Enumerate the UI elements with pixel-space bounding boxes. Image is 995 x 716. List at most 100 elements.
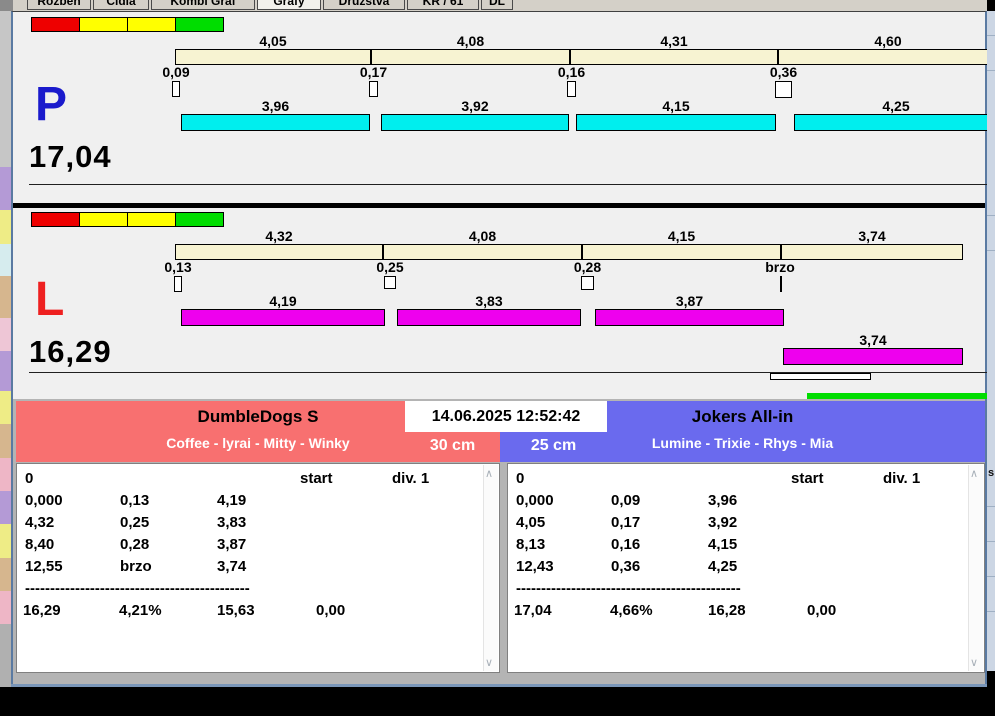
team-right-results-table[interactable]: ∧ ∨ 0 start div. 1 0,000 0,09 3,96 4,05 0,17 3,9…	[507, 463, 985, 673]
lane-L-total-time: 16,29	[29, 334, 112, 369]
split-time-bar	[582, 244, 781, 260]
lane-letter-P: P	[35, 78, 68, 131]
legend-box	[79, 212, 128, 227]
scroll-down-icon[interactable]: ∨	[485, 656, 493, 669]
lane-L: L 16,29 4,32 4,08 4,15 3,74 0,13 0,25 0,28 brzo…	[13, 208, 995, 399]
split-time-bar	[175, 49, 371, 65]
dog-time-bar	[794, 114, 995, 131]
split-time-label: 4,08	[456, 33, 485, 49]
datetime-display: 14.06.2025 12:52:42	[405, 401, 607, 432]
table-division-header: div. 1	[392, 470, 430, 487]
table-exchange-time: 0,09	[611, 492, 641, 509]
dog-time-label: 4,19	[269, 293, 297, 309]
exchange-marker	[172, 81, 180, 97]
table-dog-time: 3,74	[217, 558, 247, 575]
tab-kombi-graf[interactable]: Kombi Graf	[151, 0, 255, 10]
lane-P-total-time: 17,04	[29, 139, 112, 174]
table-separator: ----------------------------------------…	[25, 580, 250, 597]
split-time-label: 4,15	[667, 228, 696, 244]
table-dog-time: 3,96	[708, 492, 738, 509]
dog-time-bar	[397, 309, 581, 326]
table-total-percent: 4,21%	[119, 602, 162, 619]
split-time-label: 4,32	[265, 228, 293, 244]
exchange-time-label: brzo	[765, 259, 795, 275]
lane-P: P 17,04 4,05 4,08 4,31 4,60 0,09 0,17 0,16 0,36…	[13, 13, 995, 203]
legend-box	[79, 17, 128, 32]
table-run-number: 0	[516, 470, 525, 487]
team-right-category: 25 cm	[500, 432, 607, 460]
tab-dl[interactable]: DL	[481, 0, 513, 10]
table-start-header: start	[300, 470, 333, 487]
legend-box	[31, 17, 80, 32]
table-total-time: 17,04	[514, 602, 552, 619]
table-cumulative-time: 0,000	[25, 492, 63, 509]
dog-time-label: 4,25	[882, 98, 910, 114]
dog-time-bar	[181, 309, 385, 326]
split-time-bar	[781, 244, 963, 260]
dog-time-label: 3,87	[675, 293, 704, 309]
exchange-marker	[384, 276, 396, 289]
table-total-percent: 4,66%	[610, 602, 653, 619]
exchange-marker	[369, 81, 378, 97]
legend-box	[127, 212, 176, 227]
exchange-marker	[174, 276, 182, 292]
scroll-down-icon[interactable]: ∨	[970, 656, 978, 669]
legend-box	[175, 212, 224, 227]
scrollbar[interactable]: ∧ ∨	[968, 465, 983, 671]
dog-time-bar	[381, 114, 569, 131]
team-left-category: 30 cm	[405, 432, 500, 460]
table-total-time: 16,29	[23, 602, 61, 619]
black-footer-area	[0, 687, 995, 716]
team-left-results-table[interactable]: ∧ ∨ 0 start div. 1 0,000 0,13 4,19 4,32 0,25 3,8…	[16, 463, 500, 673]
scrollbar[interactable]: ∧ ∨	[483, 465, 498, 671]
tab-cidla[interactable]: Cidla	[93, 0, 149, 10]
dog-time-bar	[181, 114, 370, 131]
dog-time-label: 3,96	[261, 98, 290, 114]
dog-time-bar	[595, 309, 784, 326]
table-run-number: 0	[25, 470, 34, 487]
exchange-marker	[581, 276, 594, 290]
dog-time-label: 3,92	[461, 98, 489, 114]
exchange-time-label: 0,09	[162, 64, 190, 80]
dog-time-bar	[576, 114, 776, 131]
scroll-up-icon[interactable]: ∧	[970, 467, 978, 480]
screen: Rozbeh Cidla Kombi Graf Grafy Druzstva KR / 6…	[0, 0, 995, 716]
table-dog-time: 3,87	[217, 536, 247, 553]
table-exchange-time: 0,28	[120, 536, 150, 553]
table-cumulative-time: 4,32	[25, 514, 55, 531]
background-window-right-sliver	[987, 11, 995, 671]
dog-time-label: 4,15	[662, 98, 690, 114]
table-dog-time: 4,19	[217, 492, 247, 509]
progress-outline-box	[770, 373, 871, 380]
legend-box	[175, 17, 224, 32]
exchange-time-label: 0,36	[769, 64, 798, 80]
table-exchange-time: 0,16	[611, 536, 641, 553]
exchange-time-label: 0,13	[164, 259, 192, 275]
split-time-bar	[570, 49, 778, 65]
table-cumulative-time: 8,40	[25, 536, 55, 553]
legend-box	[127, 17, 176, 32]
tab-kr-61[interactable]: KR / 61	[407, 0, 479, 10]
exchange-marker	[775, 81, 792, 98]
table-exchange-time: 0,13	[120, 492, 150, 509]
split-time-bar	[175, 244, 383, 260]
tab-druzstva[interactable]: Druzstva	[323, 0, 405, 10]
table-total-clean: 15,63	[217, 602, 255, 619]
split-time-label: 4,60	[874, 33, 902, 49]
split-time-label: 4,08	[468, 228, 497, 244]
split-time-label: 4,05	[259, 33, 287, 49]
split-time-bar	[778, 49, 995, 65]
dog-time-label: 3,74	[859, 332, 887, 348]
tab-rozbeh[interactable]: Rozbeh	[27, 0, 91, 10]
table-exchange-time: brzo	[120, 558, 152, 575]
table-cumulative-time: 4,05	[516, 514, 546, 531]
split-time-label: 4,31	[660, 33, 688, 49]
right-sliver-text: s	[988, 467, 995, 479]
table-dog-time: 3,83	[217, 514, 247, 531]
exchange-tick	[780, 276, 782, 292]
tab-bar: Rozbeh Cidla Kombi Graf Grafy Druzstva KR / 6…	[13, 0, 987, 11]
scroll-up-icon[interactable]: ∧	[485, 467, 493, 480]
tab-grafy[interactable]: Grafy	[257, 0, 321, 10]
table-exchange-time: 0,17	[611, 514, 641, 531]
main-panel: P 17,04 4,05 4,08 4,31 4,60 0,09 0,17 0,16 0,36…	[11, 11, 995, 687]
